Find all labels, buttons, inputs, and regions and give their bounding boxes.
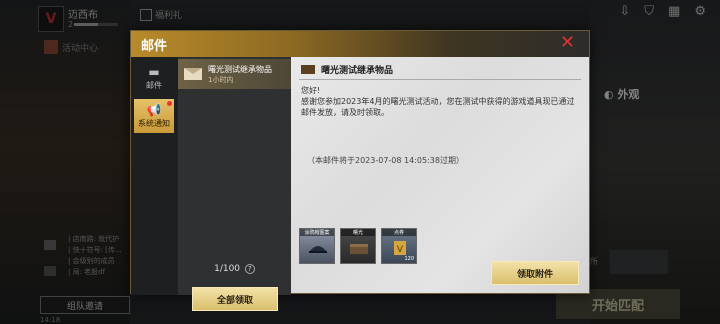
mail-item-title: 曙光测试继承物品 [208, 64, 272, 74]
mail-content: 曙光测试继承物品 您好! 感谢您参加2023年4月的曙光测试活动，您在测试中获得… [291, 57, 589, 293]
attachment-qty: 120 [404, 256, 414, 262]
tab-system-notice-label: 系统通知 [138, 119, 170, 128]
mailbox-icon: ▬ [148, 65, 160, 79]
help-icon[interactable]: ? [244, 264, 255, 274]
case-icon [350, 244, 368, 254]
content-body: 您好! 感谢您参加2023年4月的曙光测试活动，您在测试中获得的游戏道具现已通过… [301, 85, 579, 118]
attachment-label: 点券 [382, 229, 416, 236]
body-text: 感谢您参加2023年4月的曙光测试活动，您在测试中获得的游戏道具现已通过邮件发放… [301, 97, 575, 117]
dialog-header: 邮件 ✕ [131, 31, 589, 57]
category-tabs: ▬ 邮件 📢 系统通知 [131, 57, 178, 295]
attachment-item[interactable]: 曙光 [340, 228, 376, 264]
tab-mail-label: 邮件 [146, 81, 162, 90]
mail-item-time: 1小时内 [208, 75, 234, 84]
expire-text: （本邮件将于2023-07-08 14:05:38过期） [307, 156, 464, 165]
mail-count: 1/100 ? [178, 264, 291, 274]
mail-item[interactable]: 曙光测试继承物品 1小时内 [178, 59, 291, 89]
svg-text:V: V [397, 245, 404, 255]
claim-all-button[interactable]: 全部领取 [192, 287, 278, 311]
coupon-icon: V [394, 241, 406, 255]
attachment-item[interactable]: 涂鸦帽图案 [299, 228, 335, 264]
content-title: 曙光测试继承物品 [321, 66, 394, 76]
mail-count-label: 1/100 [214, 264, 241, 274]
envelope-icon [301, 65, 315, 74]
dialog-title: 邮件 [141, 39, 168, 54]
attachment-items: 涂鸦帽图案 曙光 点券 V 120 [299, 228, 417, 264]
unread-dot [167, 101, 172, 106]
attachment-label: 曙光 [341, 229, 375, 236]
tab-mail[interactable]: ▬ 邮件 [134, 61, 174, 95]
envelope-icon [184, 68, 202, 80]
cap-icon [309, 246, 327, 253]
tab-system-notice[interactable]: 📢 系统通知 [134, 99, 174, 133]
attachment-label: 涂鸦帽图案 [300, 229, 334, 236]
divider [299, 79, 581, 80]
mail-dialog: 邮件 ✕ ▬ 邮件 📢 系统通知 曙光测试继承物品 1小时内 1/100 ? 全… [130, 30, 590, 311]
content-heading: 曙光测试继承物品 [301, 63, 393, 76]
megaphone-icon: 📢 [146, 103, 162, 117]
claim-attachment-button[interactable]: 领取附件 [491, 261, 579, 285]
attachment-item[interactable]: 点券 V 120 [381, 228, 417, 264]
mail-list: 曙光测试继承物品 1小时内 1/100 ? 全部领取 [178, 57, 291, 311]
close-icon[interactable]: ✕ [560, 32, 575, 53]
greeting: 您好! [301, 86, 321, 95]
